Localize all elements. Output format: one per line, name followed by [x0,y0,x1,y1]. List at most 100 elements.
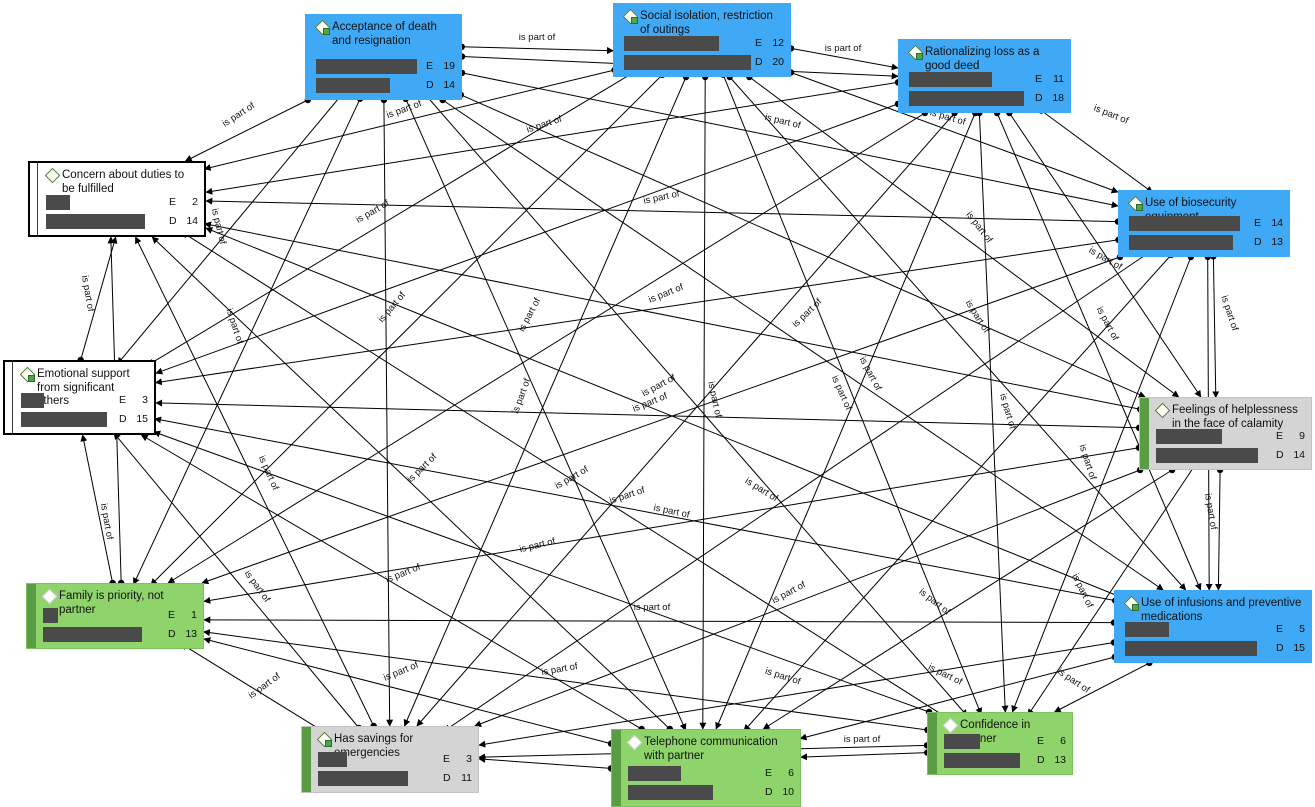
node-biosecurity[interactable]: Use of biosecurity equipmentE14D13 [1118,190,1290,257]
metric-key: D [1276,449,1284,461]
metric-bar-track [318,770,439,786]
metric-bar-fill [909,71,992,87]
metric-key: D [169,215,177,227]
metric-row-e: E6 [628,765,794,781]
edge-label: is part of [825,43,862,54]
metric-row-d: D 18 [909,90,1064,106]
node-label: Concern about duties to be fulfilled [62,169,185,195]
edge-label: is part of [608,485,646,507]
edge-is-part-of [153,430,930,713]
metric-value: 11 [461,772,472,784]
metric-bar-track [21,411,115,427]
metric-row-d: D 14 [1156,447,1305,463]
edge-is-part-of [155,399,1140,429]
metric-value: 11 [1053,73,1064,85]
node-confidence-partner[interactable]: Confidence in partnerE6D13 [927,712,1073,775]
edge-label: is part of [519,32,556,43]
metric-row-e: E 14 [1129,215,1283,231]
metric-bar-fill [1129,234,1234,250]
metric-row-e: E1 [43,607,197,623]
edge-label: is part of [643,188,681,206]
metric-value: 14 [1271,217,1283,229]
metric-bar-fill [46,194,70,210]
node-body: Family is priority, not partner E 1 D 13 [27,584,203,648]
edge-label: is part of [764,112,802,132]
node-metric-bars: E 11 D 18 [909,71,1064,106]
edge-is-part-of [184,99,309,162]
metric-bar-track [318,751,439,767]
metric-row-e: E3 [21,392,148,408]
node-label: Acceptance of death and resignation [332,21,437,47]
metric-key: E [1276,623,1284,635]
metric-bar-track [1125,621,1272,637]
metric-bar-track [944,752,1033,768]
node-body: Acceptance of death and resignation E 19 D 1… [306,15,461,99]
node-helplessness[interactable]: Feelings of helplessness in the face of … [1139,397,1312,470]
node-label: Telephone communication with partner [644,736,778,762]
metric-bar-fill [628,784,714,800]
metric-value: 1 [191,609,197,621]
edge-is-part-of [181,231,947,718]
edge-label: is part of [242,569,273,605]
metric-bar-track [628,784,761,800]
node-infusions[interactable]: Use of infusions and preventive medicati… [1114,590,1312,663]
edge-label: is part of [917,586,953,617]
edge-is-part-of [151,236,671,730]
node-title-row: Use of infusions and preventive medicati… [1123,595,1303,624]
edge-is-part-of [167,112,926,584]
edge-is-part-of [442,99,1164,591]
edge-label: is part of [384,562,422,586]
edge-label: is part of [743,476,780,505]
metric-key: E [1037,735,1045,747]
node-rationalizing-loss[interactable]: Rationalizing loss as a good deed E 11 D 18 [898,39,1071,113]
node-telephone[interactable]: Telephone communication with partner E 6 D 1… [611,729,801,807]
edge-label: is part of [224,307,246,345]
edge-is-part-of [790,47,899,71]
node-acceptance[interactable]: Acceptance of death and resignation E 19 D 1… [305,14,462,100]
node-savings[interactable]: Has savings for emergencies E 3 D 11 [301,726,479,793]
edge-label: is part of [247,671,283,702]
node-label: Rationalizing loss as a good deed [925,46,1040,72]
node-title-row: Telephone communication with partner [626,734,792,763]
node-label: Feelings of helplessness in the face of … [1172,404,1298,430]
metric-row-d: D 14 [46,213,198,229]
metric-key: E [765,767,773,779]
edge-is-part-of [715,112,976,730]
node-metric-bars: E 1 D 13 [43,607,197,642]
metric-value: 6 [788,767,794,779]
edge-is-part-of [154,416,1116,602]
metric-bar-fill [46,213,145,229]
diamond-white-icon [41,588,58,605]
metric-key: E [755,37,763,49]
edge-label: is part of [997,392,1018,430]
metric-key: E [443,753,451,765]
diamond-icon [44,167,61,184]
metric-row-e: E 12 [624,35,784,51]
edge-is-part-of [743,254,1172,732]
node-title-row: Acceptance of death and resignation [314,19,453,48]
node-title-row: Rationalizing loss as a good deed [907,44,1062,73]
node-duties[interactable]: Concern about duties to be fulfilled E 2 D 1… [28,161,206,237]
metric-row-d: D 13 [944,752,1066,768]
edge-is-part-of [978,112,1009,713]
metric-row-e: E2 [46,194,198,210]
metric-key: D [1035,92,1043,104]
metric-value: 13 [185,628,197,640]
metric-bar-track [316,77,422,93]
diagram-canvas[interactable]: is part of is part of is part of is part of… [0,0,1315,807]
edge-is-part-of [205,197,1119,223]
edge-label: is part of [647,282,685,306]
edge-is-part-of [762,469,1173,730]
node-social-isolation[interactable]: Social isolation, restriction of outings… [613,3,791,77]
edge-is-part-of [699,76,707,730]
metric-key: D [1037,754,1045,766]
metric-key: E [169,196,177,208]
node-body: Rationalizing loss as a good deed E 11 D 18 [899,40,1070,112]
edge-label: is part of [634,602,671,613]
edge-label: is part of [220,100,257,129]
metric-value: 2 [192,196,198,208]
edge-is-part-of [1040,110,1154,193]
node-emotional-support[interactable]: Emotional support from significant other… [3,360,156,435]
node-body: Social isolation, restriction of outings… [614,4,790,76]
node-family-priority[interactable]: Family is priority, not partner E 1 D 13 [26,583,204,649]
